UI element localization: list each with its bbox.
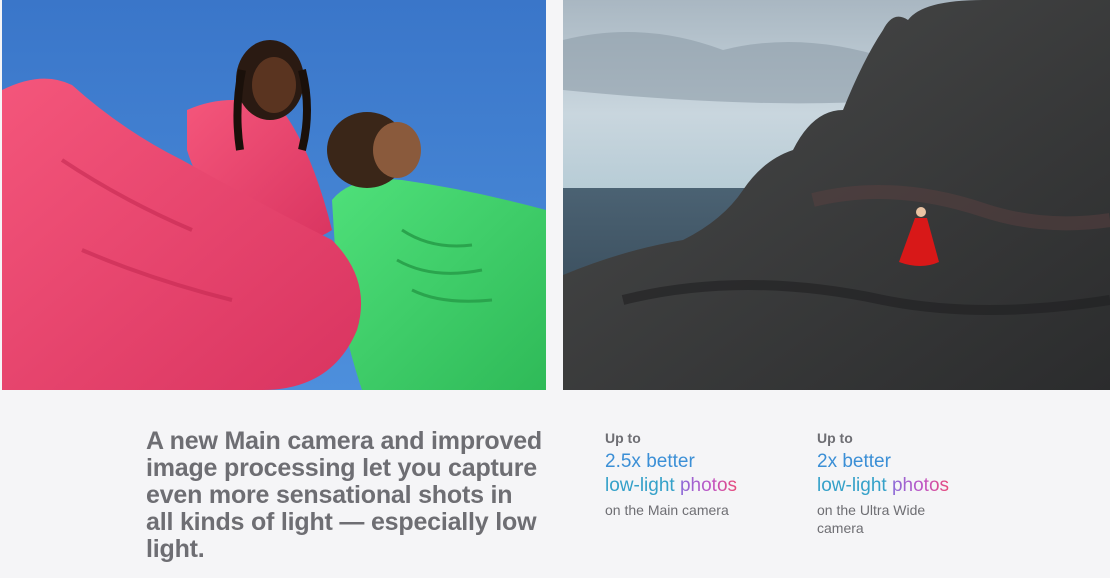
- stat-ultra-wide-camera: Up to 2x better low-light photos on the …: [817, 430, 1017, 537]
- coastal-photo-graphic: [563, 0, 1110, 390]
- stat-metric-word2: photos: [679, 475, 738, 496]
- portrait-photo-graphic: [2, 0, 546, 390]
- coastal-photo: [563, 0, 1110, 390]
- stat-value: 2x better: [817, 451, 891, 472]
- stat-caption: on the Main camera: [605, 502, 729, 518]
- headline: A new Main camera and improved image pro…: [146, 427, 542, 563]
- stat-metric: low-light photos: [817, 474, 1017, 498]
- stat-eyebrow: Up to: [605, 430, 641, 446]
- stat-eyebrow: Up to: [817, 430, 853, 446]
- portrait-photo: [2, 0, 546, 390]
- stat-metric-word2: photos: [891, 475, 950, 496]
- stat-main-camera: Up to 2.5x better low-light photos on th…: [605, 430, 805, 519]
- stat-metric-word1: low-light: [817, 475, 887, 496]
- stat-metric-word1: low-light: [605, 475, 675, 496]
- stat-value: 2.5x better: [605, 451, 695, 472]
- stat-caption: on the Ultra Wide camera: [817, 502, 926, 536]
- stat-metric: low-light photos: [605, 474, 805, 498]
